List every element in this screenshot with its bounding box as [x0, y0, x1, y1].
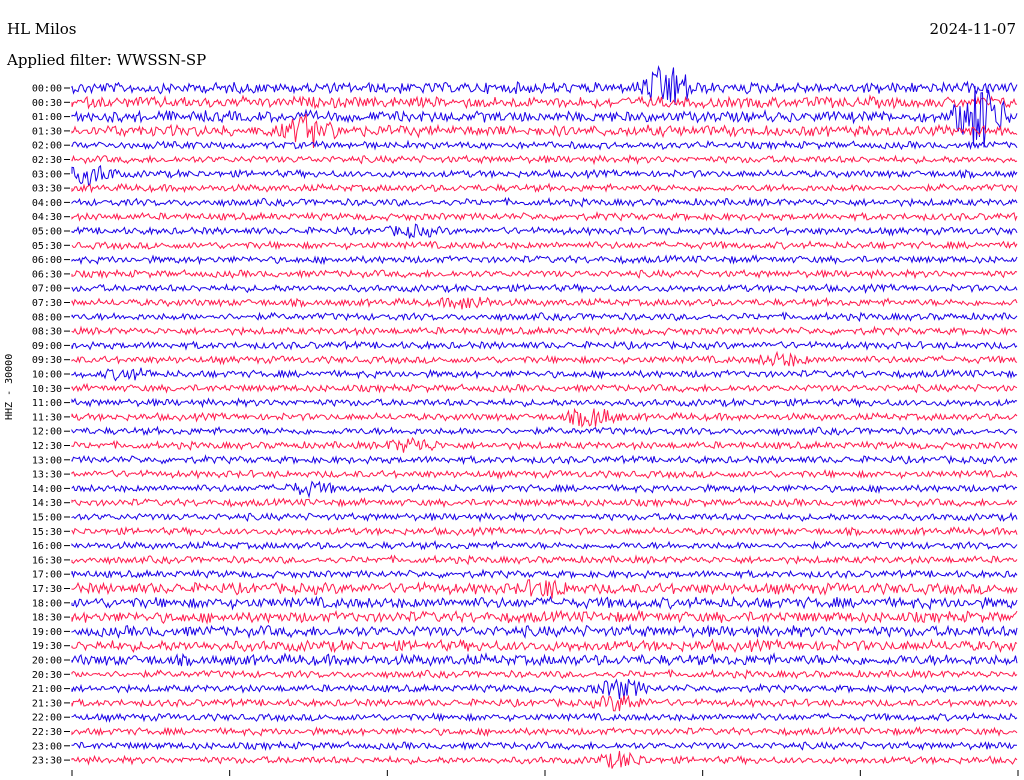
- seismogram-trace: [71, 554, 1018, 566]
- time-tick-label: 18:00: [32, 598, 62, 609]
- seismogram-trace: [71, 511, 1018, 523]
- time-tick-label: 19:00: [32, 627, 62, 638]
- time-tick-label: 00:00: [32, 84, 62, 95]
- seismogram-trace: [71, 85, 1018, 148]
- time-tick-label: 11:00: [32, 398, 62, 409]
- seismogram-trace: [71, 196, 1018, 208]
- time-tick-label: 04:30: [32, 212, 62, 223]
- time-tick-label: 02:00: [32, 141, 62, 152]
- time-tick-label: 01:00: [32, 112, 62, 123]
- time-tick-label: 09:30: [32, 355, 62, 366]
- time-tick-label: 22:30: [32, 727, 62, 738]
- time-tick-label: 21:30: [32, 698, 62, 709]
- time-tick-label: 02:30: [32, 155, 62, 166]
- time-tick-label: 14:00: [32, 484, 62, 495]
- seismogram-trace: [71, 283, 1018, 294]
- seismogram-trace: [71, 367, 1018, 382]
- time-tick-label: 04:00: [32, 198, 62, 209]
- time-tick-label: 16:00: [32, 541, 62, 552]
- time-tick-label: 05:00: [32, 227, 62, 238]
- seismogram-trace: [71, 540, 1018, 551]
- time-tick-label: 10:00: [32, 370, 62, 381]
- time-tick-label: 16:30: [32, 555, 62, 566]
- time-tick-label: 19:30: [32, 641, 62, 652]
- seismogram-trace: [71, 164, 1018, 186]
- seismogram-trace: [71, 296, 1018, 310]
- seismogram-trace: [71, 480, 1018, 499]
- time-tick-label: 12:30: [32, 441, 62, 452]
- time-tick-label: 01:30: [32, 126, 62, 137]
- time-tick-label: 10:30: [32, 384, 62, 395]
- seismogram-trace: [71, 311, 1018, 323]
- seismogram-trace: [71, 436, 1018, 453]
- time-tick-label: 13:30: [32, 470, 62, 481]
- time-tick-label: 03:30: [32, 184, 62, 195]
- time-tick-label: 03:00: [32, 169, 62, 180]
- time-tick-label: 12:00: [32, 427, 62, 438]
- time-tick-label: 07:00: [32, 284, 62, 295]
- time-tick-label: 14:30: [32, 498, 62, 509]
- time-tick-label: 07:30: [32, 298, 62, 309]
- seismogram-trace: [71, 94, 1018, 110]
- seismogram-trace: [71, 609, 1018, 625]
- time-tick-label: 09:00: [32, 341, 62, 352]
- seismogram-trace: [71, 407, 1018, 428]
- seismogram-trace: [71, 725, 1018, 738]
- seismogram-trace: [71, 750, 1018, 769]
- time-tick-label: 23:30: [32, 756, 62, 767]
- seismogram-trace: [71, 425, 1018, 437]
- time-tick-label: 17:30: [32, 584, 62, 595]
- time-tick-label: 21:00: [32, 684, 62, 695]
- seismogram-trace: [71, 638, 1018, 654]
- seismogram-trace: [71, 139, 1018, 151]
- time-tick-label: 15:00: [32, 513, 62, 524]
- time-tick-label: 23:00: [32, 741, 62, 752]
- seismogram-trace: [71, 223, 1018, 239]
- seismogram-trace: [71, 340, 1018, 351]
- time-tick-label: 00:30: [32, 98, 62, 109]
- time-tick-label: 08:30: [32, 327, 62, 338]
- time-tick-label: 11:30: [32, 412, 62, 423]
- seismogram-trace: [71, 668, 1018, 680]
- seismogram-trace: [71, 469, 1018, 480]
- seismogram-trace: [71, 579, 1018, 599]
- seismogram-trace: [71, 350, 1018, 367]
- seismogram-trace: [71, 254, 1018, 266]
- time-tick-label: 20:30: [32, 670, 62, 681]
- seismogram-trace: [71, 397, 1018, 409]
- seismogram-trace: [71, 211, 1018, 223]
- seismogram-trace: [71, 454, 1018, 466]
- time-tick-label: 17:00: [32, 570, 62, 581]
- seismogram-trace: [71, 497, 1018, 509]
- time-tick-label: 20:00: [32, 656, 62, 667]
- seismogram-trace: [71, 712, 1018, 723]
- seismogram-trace: [71, 325, 1018, 337]
- seismogram-trace: [71, 694, 1018, 712]
- seismogram-trace: [71, 623, 1018, 639]
- trace-group: [71, 64, 1018, 769]
- seismogram-trace: [71, 740, 1018, 752]
- seismogram-trace: [71, 182, 1018, 194]
- seismogram-trace: [71, 240, 1018, 251]
- seismogram-trace: [71, 568, 1018, 580]
- seismogram-trace: [71, 154, 1018, 166]
- helicorder-plot: 00:00 00:30 01:00 01:30 02:00 02:30 03:00 03:30…: [32, 64, 1019, 776]
- time-tick-label: 18:30: [32, 613, 62, 624]
- seismogram-trace: [71, 678, 1018, 700]
- seismogram-trace: [71, 526, 1018, 538]
- seismogram-trace: [71, 652, 1018, 667]
- time-tick-label: 06:00: [32, 255, 62, 266]
- seismogram-trace: [71, 268, 1018, 280]
- time-tick-label: 08:00: [32, 312, 62, 323]
- time-tick-label: 05:30: [32, 241, 62, 252]
- seismogram-trace: [71, 382, 1018, 394]
- seismogram-trace: [71, 595, 1018, 611]
- time-tick-label: 06:30: [32, 269, 62, 280]
- time-tick-label: 22:00: [32, 713, 62, 724]
- time-tick-label: 13:00: [32, 455, 62, 466]
- time-tick-label: 15:30: [32, 527, 62, 538]
